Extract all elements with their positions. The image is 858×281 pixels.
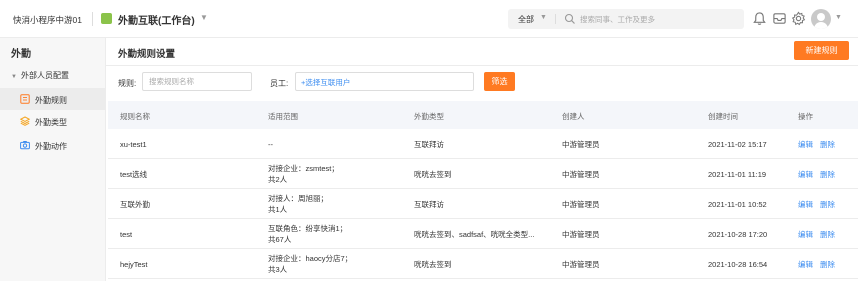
employee-filter-label: 员工: [270,79,289,88]
sidebar-group-external-staff[interactable]: ▼ 外部人员配置 [11,70,69,81]
employee-select-field[interactable]: +选择互联用户 [295,72,474,91]
camera-icon [20,141,30,150]
scope-target: 对接企业：zsmtest； [268,164,339,173]
type-cell: 咣咣去签到、sadfsaf、咣咣全类型... [414,230,535,239]
sidebar-item-actions[interactable]: 外勤动作 [0,134,105,156]
scope-target: 对接企业：haocy分店7； [268,254,353,263]
new-rule-button[interactable]: 新建规则 [794,41,849,60]
edit-link[interactable]: 编辑 [798,259,813,270]
rule-filter-label: 规则: [118,79,137,88]
inbox-icon[interactable] [772,11,787,26]
table-row: test 互联角色：纷享快消1； 共67人 咣咣去签到、sadfsaf、咣咣全类… [108,219,858,249]
created-time-cell: 2021-11-02 15:17 [708,140,767,149]
sidebar-item-rules[interactable]: 外勤规则 [0,88,105,110]
created-time-cell: 2021-11-01 11:19 [708,170,767,179]
scope-cell: 互联角色：纷享快消1； 共67人 [268,223,347,245]
column-header: 创建时间 [708,112,738,121]
rule-name-cell: test [120,230,133,239]
creator-cell: 中游管理员 [562,200,600,209]
divider [555,14,556,24]
column-header: 操作 [798,112,813,121]
edit-link[interactable]: 编辑 [798,199,813,210]
app-icon [101,13,112,24]
chevron-down-icon[interactable]: ▼ [200,13,208,22]
edit-link[interactable]: 编辑 [798,229,813,240]
scope-cell: 对接企业：haocy分店7； 共3人 [268,253,352,275]
scope-count: 共2人 [268,175,288,184]
filter-button[interactable]: 筛选 [484,72,515,91]
table-row: hejyTest 对接企业：haocy分店7； 共3人 咣咣去签到 中游管理员 … [108,249,858,279]
page-title: 外勤规则设置 [118,49,176,60]
scope-count: 共1人 [268,205,288,214]
column-header: 创建人 [562,112,585,121]
column-header: 外勤类型 [414,112,444,121]
created-time-cell: 2021-10-28 17:20 [708,230,768,239]
scope-count: 共67人 [268,235,292,244]
gear-icon[interactable] [791,11,806,26]
scope-cell: -- [268,140,273,149]
rule-name-cell: hejyTest [120,260,148,269]
delete-link[interactable]: 删除 [820,169,835,180]
caret-down-icon: ▼ [11,74,17,80]
sidebar-item-label: 外勤规则 [35,96,67,105]
sidebar-title: 外勤 [11,49,31,60]
sidebar-item-label: 外勤动作 [35,142,67,151]
rule-search-input[interactable] [142,72,252,91]
bell-icon[interactable] [752,11,767,26]
creator-cell: 中游管理员 [562,230,600,239]
scope-cell: 对接人：周旭丽； 共1人 [268,193,328,215]
delete-link[interactable]: 删除 [820,199,835,210]
rule-icon [20,94,30,104]
global-search: 全部 ▼ [508,9,744,29]
column-header: 规则名称 [120,112,150,121]
scope-target: 对接人：周旭丽； [268,194,328,203]
type-cell: 互联拜访 [414,140,444,149]
chevron-down-icon[interactable]: ▼ [540,14,547,21]
chevron-down-icon[interactable]: ▼ [835,14,842,21]
scope-count: 共3人 [268,265,288,274]
delete-link[interactable]: 删除 [820,229,835,240]
delete-link[interactable]: 删除 [820,139,835,150]
divider [92,12,93,26]
avatar[interactable] [811,9,831,29]
table-row: xu-test1 -- 互联拜访 中游管理员 2021-11-02 15:17 … [108,129,858,159]
sidebar-item-label: 外勤类型 [35,118,67,127]
edit-link[interactable]: 编辑 [798,139,813,150]
created-time-cell: 2021-10-28 16:54 [708,260,768,269]
rule-name-cell: 互联外勤 [120,200,150,209]
creator-cell: 中游管理员 [562,170,600,179]
table-row: test选线 对接企业：zsmtest； 共2人 咣咣去签到 中游管理员 202… [108,159,858,189]
select-user-link[interactable]: +选择互联用户 [301,77,350,88]
delete-link[interactable]: 删除 [820,259,835,270]
scope-cell: 对接企业：zsmtest； 共2人 [268,163,339,185]
top-bar: 快消小程序中游01 外勤互联(工作台) ▼ 全部 ▼ ▼ [0,0,858,38]
search-input[interactable] [580,11,740,27]
table-row: 互联外勤 对接人：周旭丽； 共1人 互联拜访 中游管理员 2021-11-01 … [108,189,858,219]
table-header: 规则名称 适用范围 外勤类型 创建人 创建时间 操作 [108,101,858,129]
type-cell: 咣咣去签到 [414,170,452,179]
rule-name-cell: test选线 [120,170,148,179]
sidebar-item-types[interactable]: 外勤类型 [0,110,105,132]
type-cell: 咣咣去签到 [414,260,452,269]
search-scope-select[interactable]: 全部 [518,14,534,25]
edit-link[interactable]: 编辑 [798,169,813,180]
divider [106,65,858,66]
column-header: 适用范围 [268,112,298,121]
scope-target: 互联角色：纷享快消1； [268,224,348,233]
layers-icon [20,116,30,126]
app-title[interactable]: 外勤互联(工作台) [118,12,195,27]
creator-cell: 中游管理员 [562,140,600,149]
sidebar: 外勤 ▼ 外部人员配置 外勤规则 外勤类型 外勤动作 [0,38,106,281]
search-icon [564,13,575,24]
creator-cell: 中游管理员 [562,260,600,269]
created-time-cell: 2021-11-01 10:52 [708,200,767,209]
org-name[interactable]: 快消小程序中游01 [13,14,82,26]
rule-name-cell: xu-test1 [120,140,147,149]
sidebar-group-label: 外部人员配置 [21,71,69,80]
type-cell: 互联拜访 [414,200,444,209]
